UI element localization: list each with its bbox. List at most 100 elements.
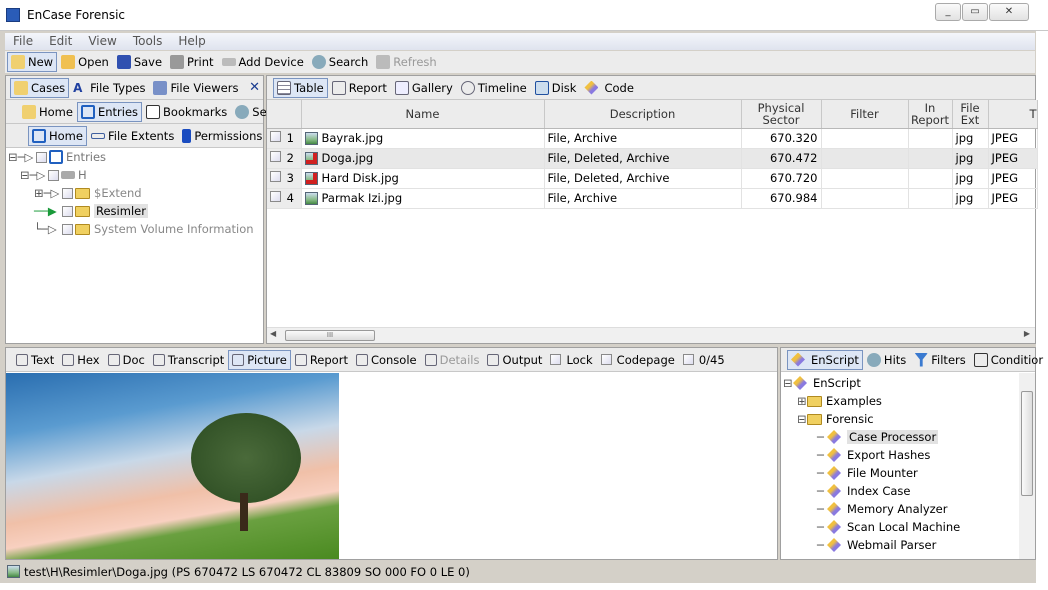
- close-pane-icon[interactable]: ✕: [249, 80, 260, 95]
- row-index[interactable]: 1: [267, 128, 302, 149]
- tab-report[interactable]: Report: [328, 78, 391, 98]
- table-row[interactable]: 2 Doga.jpg File, Deleted, Archive 670.47…: [267, 148, 1038, 169]
- enscript-item-export-hashes[interactable]: ─ Export Hashes: [817, 446, 930, 464]
- column-header-index[interactable]: [267, 100, 302, 129]
- enscript-item-webmail-parser[interactable]: ─ Webmail Parser: [817, 536, 936, 554]
- table-row[interactable]: 3 Hard Disk.jpg File, Deleted, Archive 6…: [267, 168, 1038, 189]
- column-header-description[interactable]: Description: [544, 100, 742, 129]
- tab-code[interactable]: Code: [580, 78, 637, 98]
- tab-details[interactable]: Details: [421, 350, 484, 370]
- row-index[interactable]: 2: [267, 148, 302, 169]
- tab-report[interactable]: Report: [291, 350, 352, 370]
- enscript-item-index-case[interactable]: ─ Index Case: [817, 482, 910, 500]
- enscript-item-examples[interactable]: ⊞ Examples: [797, 392, 882, 410]
- tab-doc[interactable]: Doc: [104, 350, 149, 370]
- print-button[interactable]: Print: [166, 52, 217, 72]
- subtab-search[interactable]: Se: [231, 102, 270, 122]
- row-index[interactable]: 3: [267, 168, 302, 189]
- checkbox[interactable]: [550, 354, 562, 365]
- column-header-type[interactable]: T: [988, 100, 1038, 129]
- refresh-button[interactable]: Refresh: [372, 52, 440, 72]
- table-row[interactable]: 4 Parmak Izi.jpg File, Archive 670.984 j…: [267, 188, 1038, 209]
- row-checkbox[interactable]: [270, 151, 281, 162]
- tree-label: Index Case: [847, 484, 911, 498]
- scroll-right-arrow[interactable]: ▶: [1024, 329, 1030, 338]
- tab-disk[interactable]: Disk: [531, 78, 581, 98]
- subtab-permissions[interactable]: Permissions: [178, 126, 266, 146]
- tab-gallery[interactable]: Gallery: [391, 78, 457, 98]
- tab-transcript[interactable]: Transcript: [149, 350, 228, 370]
- close-button[interactable]: ✕: [989, 3, 1029, 21]
- checkbox[interactable]: [48, 169, 59, 181]
- checkbox-lock[interactable]: Lock: [546, 350, 596, 370]
- checkbox[interactable]: [62, 205, 73, 217]
- enscript-item-scan-local-machine[interactable]: ─ Scan Local Machine: [817, 518, 960, 536]
- checkbox[interactable]: [36, 151, 47, 163]
- row-index[interactable]: 4: [267, 188, 302, 209]
- save-button[interactable]: Save: [113, 52, 166, 72]
- tree-entries[interactable]: ⊟─▷ Entries: [8, 148, 106, 166]
- column-header-filter[interactable]: Filter: [821, 100, 909, 129]
- menu-file[interactable]: File: [5, 33, 41, 50]
- menu-tools[interactable]: Tools: [125, 33, 171, 50]
- tab-table[interactable]: Table: [273, 77, 328, 98]
- tab-picture[interactable]: Picture: [228, 349, 291, 370]
- row-checkbox[interactable]: [270, 191, 281, 202]
- checkbox[interactable]: [600, 354, 612, 365]
- checkbox-codepage[interactable]: Codepage: [597, 350, 679, 370]
- subtab-file-extents[interactable]: File Extents: [87, 126, 178, 146]
- tab-timeline[interactable]: Timeline: [457, 78, 531, 98]
- menu-view[interactable]: View: [80, 33, 124, 50]
- new-button[interactable]: New: [7, 52, 58, 72]
- vertical-scrollbar[interactable]: [1019, 373, 1035, 559]
- tab-hex[interactable]: Hex: [58, 350, 103, 370]
- checkbox[interactable]: [62, 223, 73, 235]
- tree-resimler[interactable]: ──▶ Resimler: [34, 202, 148, 220]
- tree-system-volume-information[interactable]: └─▷ System Volume Information: [34, 220, 254, 238]
- scroll-thumb[interactable]: III: [285, 330, 375, 341]
- tree-extend[interactable]: ⊞─▷ $Extend: [34, 184, 142, 202]
- column-header-in-report[interactable]: In Report: [908, 100, 953, 129]
- column-header-name[interactable]: Name: [301, 100, 545, 129]
- table-row[interactable]: 1 Bayrak.jpg File, Archive 670.320 jpg J…: [267, 128, 1038, 149]
- row-checkbox[interactable]: [270, 171, 281, 182]
- enscript-item-case-processor[interactable]: ─ Case Processor: [817, 428, 939, 446]
- enscript-item-enscript[interactable]: ⊟ EnScript: [783, 374, 861, 392]
- tab-console[interactable]: Console: [352, 350, 421, 370]
- scroll-thumb[interactable]: [1021, 391, 1033, 496]
- tab-text[interactable]: Text: [12, 350, 58, 370]
- checkbox-0-of-45[interactable]: 0/45: [679, 350, 729, 370]
- subtab-entries[interactable]: Entries: [76, 101, 143, 122]
- column-header-physical-sector[interactable]: Physical Sector: [741, 100, 822, 129]
- column-header-file-ext[interactable]: File Ext: [952, 100, 989, 129]
- subtab-home[interactable]: Home: [18, 102, 77, 122]
- tab-output[interactable]: Output: [483, 350, 546, 370]
- search-button[interactable]: Search: [308, 52, 373, 72]
- checkbox[interactable]: [682, 354, 694, 365]
- tab-hits[interactable]: Hits: [863, 350, 910, 370]
- menu-edit[interactable]: Edit: [41, 33, 80, 50]
- tab-filters[interactable]: Filters: [910, 350, 969, 370]
- minimize-button[interactable]: _: [935, 3, 961, 21]
- enscript-item-file-mounter[interactable]: ─ File Mounter: [817, 464, 918, 482]
- horizontal-scrollbar[interactable]: ◀ III ▶: [267, 327, 1035, 343]
- add-device-button[interactable]: Add Device: [218, 52, 308, 72]
- checkbox[interactable]: [62, 187, 73, 199]
- menu-help[interactable]: Help: [170, 33, 213, 50]
- subtab-bookmarks[interactable]: Bookmarks: [142, 102, 231, 122]
- tab-label: Code: [604, 80, 634, 95]
- open-button[interactable]: Open: [57, 52, 113, 72]
- enscript-item-memory-analyzer[interactable]: ─ Memory Analyzer: [817, 500, 947, 518]
- tab-file-viewers[interactable]: File Viewers: [149, 78, 242, 98]
- tab-file-types[interactable]: A File Types: [69, 78, 149, 98]
- subtab-entries-home[interactable]: Home: [28, 125, 87, 146]
- cell-filter: [821, 148, 909, 169]
- tab-cases[interactable]: Cases: [10, 77, 70, 98]
- tree-drive-h[interactable]: ⊟─▷ H: [20, 166, 87, 184]
- tab-conditions[interactable]: Conditior: [970, 350, 1047, 370]
- row-checkbox[interactable]: [270, 131, 281, 142]
- enscript-item-forensic[interactable]: ⊟ Forensic: [797, 410, 874, 428]
- tab-enscript[interactable]: EnScript: [787, 349, 863, 370]
- scroll-left-arrow[interactable]: ◀: [270, 329, 276, 338]
- maximize-button[interactable]: ▭: [962, 3, 988, 21]
